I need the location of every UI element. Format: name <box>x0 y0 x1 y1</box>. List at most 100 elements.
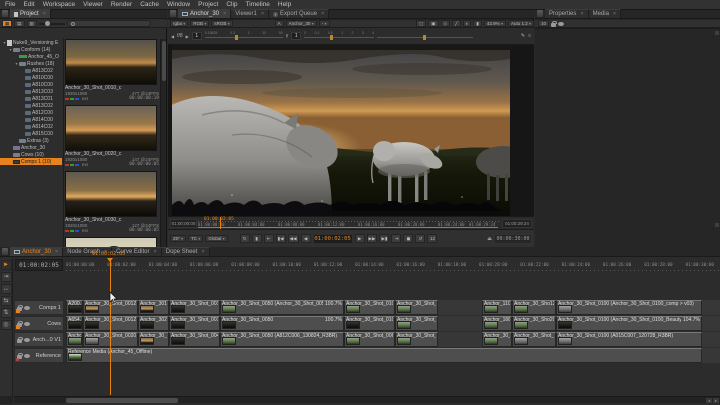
tree-item-anchor-45-o[interactable]: Anchor_45_O <box>0 53 62 60</box>
tree-item-conform-14-[interactable]: ▾Conform (14) <box>0 46 62 53</box>
scroll-right-icon[interactable]: ▸ <box>713 398 719 403</box>
tab-media[interactable]: Media× <box>589 9 622 18</box>
timeline-clip[interactable]: Anchor_30_Shot_00171.2% <box>169 316 220 331</box>
timeline-clip[interactable]: Anchor_30_Shot_00148.7% <box>169 300 220 315</box>
timeline-clip[interactable]: Anchor_30_Shot_0101.8% <box>344 316 395 331</box>
close-icon[interactable]: × <box>55 249 58 255</box>
zoom-select[interactable]: 43.9% ▾ <box>484 20 506 27</box>
stop-icon[interactable]: ◼ <box>403 234 413 243</box>
bin-thumbnail[interactable]: Anchor_30_Shot_0020_c1920x1080147 @24FPS… <box>65 105 159 167</box>
tree-item-a810c00[interactable]: A810C00 <box>0 74 62 81</box>
mark-icon[interactable]: ▮ <box>252 234 262 243</box>
track-visibility-icon[interactable] <box>24 338 30 342</box>
ab-source-select[interactable]: Anchor_30 ▾ <box>286 20 317 27</box>
scrollbar-handle[interactable] <box>66 398 178 403</box>
close-icon[interactable]: × <box>201 249 204 255</box>
thumb-view-button[interactable]: ▦ <box>2 20 12 27</box>
timeline-clip[interactable]: Anchor_30_Shot_0060 <box>344 332 395 347</box>
close-icon[interactable]: × <box>154 249 157 255</box>
channel-select[interactable]: RGB ▾ <box>190 20 209 27</box>
loop-icon[interactable]: ↻ <box>240 234 250 243</box>
tree-item-a813c02[interactable]: A813C02 <box>0 67 62 74</box>
tab-anchor_30[interactable]: Anchor_30× <box>10 247 63 256</box>
goto-start-icon[interactable]: ⇤ <box>264 234 274 243</box>
menu-workspace[interactable]: Workspace <box>43 1 75 8</box>
tree-item-a813c01[interactable]: A813C01 <box>0 95 62 102</box>
menu-help[interactable]: Help <box>278 1 291 8</box>
close-icon[interactable]: × <box>261 11 264 17</box>
current-timecode[interactable]: 01:00:02:05 <box>313 234 353 244</box>
ab-button[interactable]: A <box>275 20 284 27</box>
colorspace-select[interactable]: sRGB ▾ <box>211 20 232 27</box>
timeline-clip[interactable]: Anchor_30_Shot <box>482 332 512 347</box>
timeline-clip[interactable]: Anchor_30_Sho124.0% <box>512 300 556 315</box>
tree-item-anchor-30[interactable]: Anchor_30 <box>0 144 62 151</box>
step-fwd-icon[interactable]: ▶▶ <box>367 234 378 243</box>
split-icon[interactable]: ▮ <box>473 20 481 27</box>
gain-prev-icon[interactable]: ◀ <box>171 34 174 39</box>
goto-end-icon[interactable]: ⇥ <box>391 234 401 243</box>
tab-project[interactable]: Project× <box>10 9 51 18</box>
play-icon[interactable]: ▶ <box>355 234 365 243</box>
track-visibility-icon[interactable] <box>24 322 30 326</box>
project-grip-icon[interactable] <box>2 10 8 17</box>
timeline-clip[interactable]: Anchor_30_Shot_0090 <box>512 332 556 347</box>
bin-search-input[interactable] <box>67 20 151 27</box>
timeline-clip[interactable]: Anchor_30_Shot_0050 (A812C006_130824_R3B… <box>220 332 344 347</box>
timeline-clip[interactable]: Anchor_30134.2% <box>138 300 169 315</box>
timeline-clip[interactable]: Reference Media (Anchor_45_Offline) <box>66 348 702 363</box>
viewer-timeline-ruler[interactable]: 01:00:00:00 01:00:00:0001:00:04:0001:00:… <box>168 216 534 229</box>
tree-item-a814c00[interactable]: A814C00 <box>0 116 62 123</box>
range-select[interactable]: Global ▾ <box>205 235 227 242</box>
close-icon[interactable]: × <box>613 11 616 17</box>
timeline-clip[interactable]: Anchor_30_Shot_0040 <box>169 332 220 347</box>
menu-project[interactable]: Project <box>198 1 218 8</box>
timeline-clip[interactable]: Anchor_30_Shot_0070 <box>395 316 438 331</box>
mix-icon[interactable]: ◐ <box>463 20 472 27</box>
detail-view-button[interactable]: ▥ <box>27 20 37 27</box>
max-panels-field[interactable]: 10 <box>538 20 549 27</box>
timeline-clip[interactable]: Anchor_30_Sho202.0% <box>512 316 556 331</box>
guides-icon[interactable]: ◇ <box>441 20 450 27</box>
timeline-clip[interactable]: Anchor_30_Shot_0100 (Anchor_30_Shot_0100… <box>556 316 702 331</box>
gain-value[interactable]: 1 <box>192 32 202 40</box>
tab-properties[interactable]: Properties× <box>545 9 589 18</box>
tab-dope-sheet[interactable]: Dope Sheet× <box>162 247 210 256</box>
timeline-ruler[interactable]: 01:00:00:0001:00:02:0001:00:04:0001:00:0… <box>66 259 720 272</box>
ab-mode-select[interactable]: - ▾ <box>319 20 330 27</box>
track-visibility-icon[interactable] <box>24 354 30 358</box>
step-back-icon[interactable]: ◀◀ <box>288 234 299 243</box>
timeline-clip[interactable]: Anchor_30226.3% <box>138 316 169 331</box>
timecode-mode-select[interactable]: TC ▾ <box>188 235 203 242</box>
fps-select[interactable]: 25* ▾ <box>170 235 186 242</box>
wipe-icon[interactable]: ╱ <box>452 20 461 27</box>
track-header-reference[interactable]: Reference <box>14 348 64 363</box>
close-icon[interactable]: × <box>580 11 583 17</box>
close-icon[interactable]: × <box>43 11 46 17</box>
annotate-pencil-icon[interactable]: ✎ <box>521 33 525 39</box>
timeline-clip[interactable]: Anchor_166.7% <box>482 316 512 331</box>
timeline-clip[interactable]: Anchor_30_Shot_0050 (Anchor_30_Shot_0050… <box>220 300 344 315</box>
viewer-menu-icon[interactable]: ≡ <box>528 33 531 39</box>
menu-viewer[interactable]: Viewer <box>83 1 103 8</box>
multi-tool-icon[interactable]: ► <box>1 260 12 270</box>
tree-item-a812c00[interactable]: A812C00 <box>0 109 62 116</box>
move-tool-icon[interactable]: ⇥ <box>1 272 12 282</box>
timeline-clip[interactable]: Anchor_30_Shot_0101.8% <box>344 300 395 315</box>
tree-item-cows-10-[interactable]: Cows (10) <box>0 151 62 158</box>
timeline-clip[interactable]: Anchor_30_Shot_0 <box>138 332 169 347</box>
track-header-comps-1[interactable]: Comps 1 <box>14 300 64 315</box>
next-edit-icon[interactable]: ▶▮ <box>379 234 389 243</box>
flipbook-icon[interactable]: ⏏ <box>487 236 492 242</box>
frame-increment-field[interactable]: 12 <box>427 234 437 243</box>
menu-render[interactable]: Render <box>111 1 132 8</box>
timeline-clip[interactable]: Anchor_30_Shot_0100 (A015C007_120728_R3B… <box>556 332 702 347</box>
list-view-button[interactable]: ▤ <box>14 20 24 27</box>
timeline-clip[interactable]: Anchor_30_Shot_0050100.7% <box>220 316 344 331</box>
play-back-icon[interactable]: ◀ <box>301 234 311 243</box>
layer-select[interactable]: rgba ▾ <box>170 20 188 27</box>
gamma-value[interactable]: 1 <box>291 32 301 40</box>
track-header-anch-0-v1[interactable]: Anch...0 V1 <box>14 332 64 347</box>
lock-panels-icon[interactable] <box>551 23 556 27</box>
close-icon[interactable]: × <box>223 11 226 17</box>
